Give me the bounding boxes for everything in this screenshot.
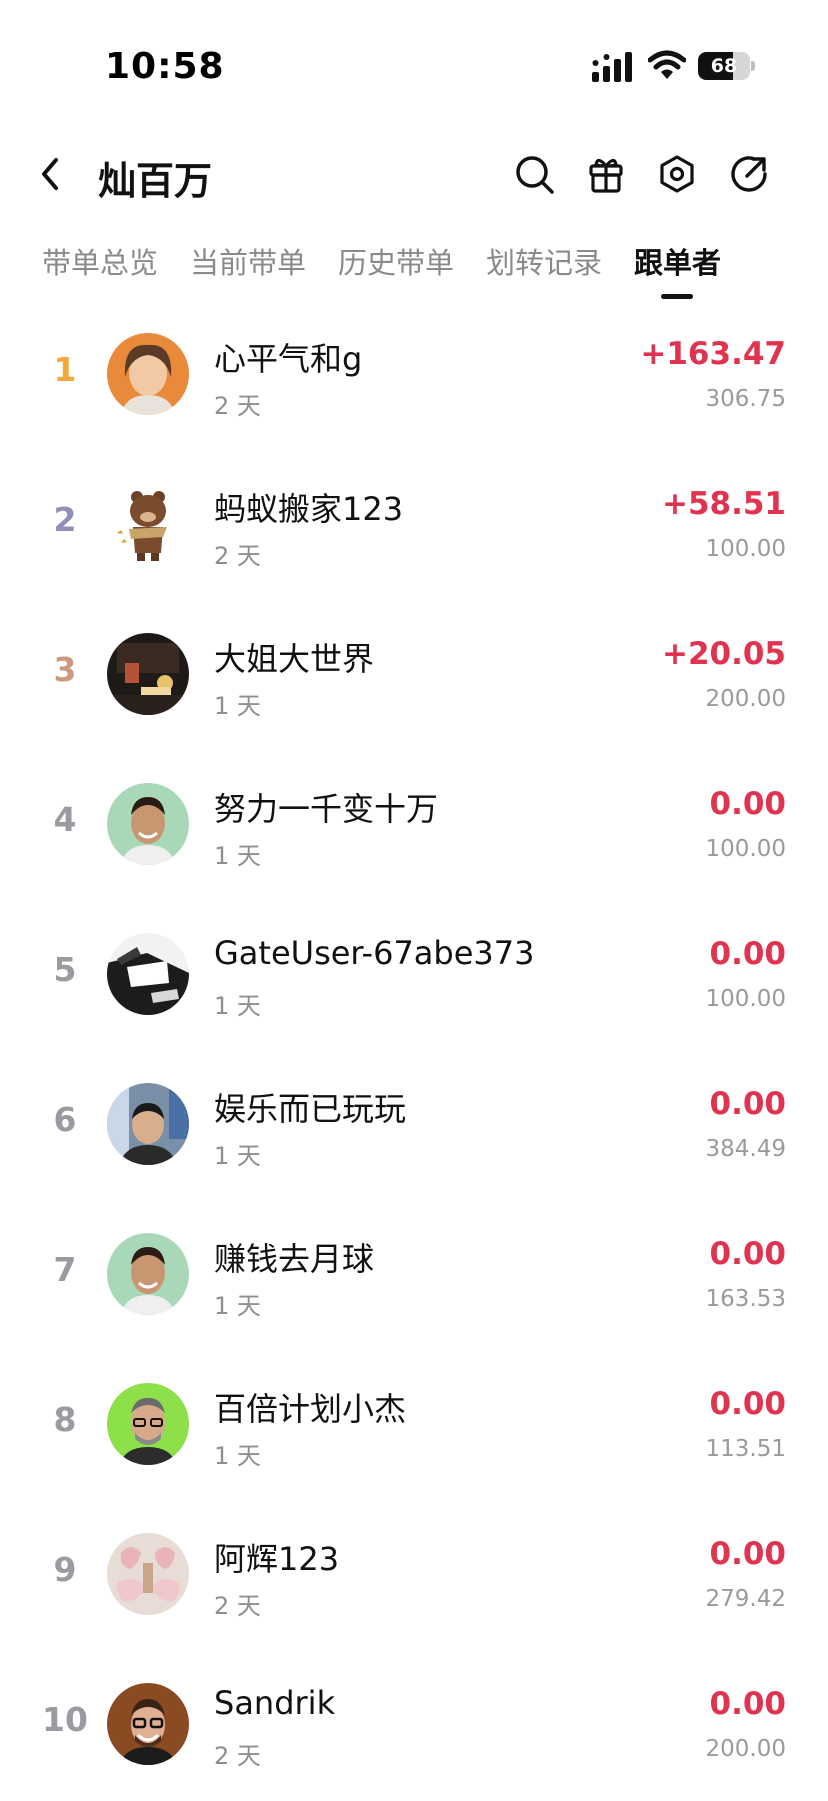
search-icon[interactable] xyxy=(512,152,556,196)
tab-overview[interactable]: 带单总览 xyxy=(42,240,158,282)
follower-name: 努力一千变十万 xyxy=(214,790,439,828)
follower-name: 娱乐而已玩玩 xyxy=(214,1090,407,1128)
follower-amount: 306.75 xyxy=(705,386,786,412)
follow-days: 1 天 xyxy=(214,1442,261,1470)
follower-profit: 0.00 xyxy=(709,1386,787,1422)
avatar xyxy=(107,633,189,715)
rank-number: 1 xyxy=(53,350,77,389)
follower-name: 大姐大世界 xyxy=(214,640,375,678)
follower-profit: 0.00 xyxy=(709,786,787,822)
follower-name: 赚钱去月球 xyxy=(214,1240,375,1278)
follower-profit: +58.51 xyxy=(661,486,786,522)
follow-days: 1 天 xyxy=(214,1142,261,1170)
avatar xyxy=(107,1383,189,1465)
follower-amount: 163.53 xyxy=(705,1286,786,1312)
follower-name: 心平气和g xyxy=(214,340,363,378)
follow-days: 1 天 xyxy=(214,692,261,720)
gift-icon[interactable] xyxy=(584,152,628,196)
follow-days: 2 天 xyxy=(214,1592,261,1620)
follower-amount: 200.00 xyxy=(705,1736,786,1762)
rank-number: 5 xyxy=(53,950,77,989)
follow-days: 1 天 xyxy=(214,842,261,870)
back-icon[interactable] xyxy=(34,152,66,196)
tab-bar: 带单总览 当前带单 历史带单 划转记录 跟单者 xyxy=(0,230,828,300)
avatar xyxy=(107,783,189,865)
avatar xyxy=(107,483,189,565)
follower-name: 百倍计划小杰 xyxy=(214,1390,407,1428)
follower-profit: 0.00 xyxy=(709,1086,787,1122)
follower-name: 蚂蚁搬家123 xyxy=(214,490,404,528)
follower-amount: 100.00 xyxy=(705,836,786,862)
follower-profit: 0.00 xyxy=(709,1686,787,1722)
page-title: 灿百万 xyxy=(98,159,213,203)
avatar xyxy=(107,1233,189,1315)
tab-transfer-records[interactable]: 划转记录 xyxy=(486,240,602,282)
rank-number: 2 xyxy=(53,500,77,539)
list-item[interactable]: 2 蚂蚁搬家123 2 天 +58.51 100.00 xyxy=(0,450,828,600)
avatar xyxy=(107,1083,189,1165)
avatar xyxy=(107,1683,189,1765)
follow-days: 1 天 xyxy=(214,1292,261,1320)
follower-profit: +163.47 xyxy=(640,336,786,372)
list-item[interactable]: 10 Sandrik 2 天 0.00 200.00 xyxy=(0,1650,828,1800)
wifi-icon xyxy=(648,50,686,79)
rank-number: 6 xyxy=(53,1100,77,1139)
list-item[interactable]: 6 娱乐而已玩玩 1 天 0.00 384.49 xyxy=(0,1050,828,1200)
follow-days: 2 天 xyxy=(214,392,261,420)
follower-amount: 100.00 xyxy=(705,986,786,1012)
cellular-signal-icon xyxy=(592,52,632,82)
follow-days: 2 天 xyxy=(214,1742,261,1770)
rank-number: 9 xyxy=(53,1550,77,1589)
list-item[interactable]: 8 百倍计划小杰 1 天 0.00 113.51 xyxy=(0,1350,828,1500)
tab-followers[interactable]: 跟单者 xyxy=(634,240,721,282)
tab-history-orders[interactable]: 历史带单 xyxy=(338,240,454,282)
settings-hexagon-icon[interactable] xyxy=(655,152,699,196)
list-item[interactable]: 4 努力一千变十万 1 天 0.00 100.00 xyxy=(0,750,828,900)
rank-number: 3 xyxy=(53,650,77,689)
tab-current-orders[interactable]: 当前带单 xyxy=(190,240,306,282)
rank-number: 7 xyxy=(53,1250,77,1289)
status-time: 10:58 xyxy=(105,46,225,87)
list-item[interactable]: 1 心平气和g 2 天 +163.47 306.75 xyxy=(0,300,828,450)
list-item[interactable]: 5 GateUser-67abe373 1 天 0.00 100.00 xyxy=(0,900,828,1050)
follower-profit: +20.05 xyxy=(661,636,786,672)
follower-amount: 384.49 xyxy=(705,1136,786,1162)
tab-active-indicator xyxy=(661,294,693,299)
list-item[interactable]: 9 阿辉123 2 天 0.00 279.42 xyxy=(0,1500,828,1650)
share-icon[interactable] xyxy=(727,152,771,196)
avatar xyxy=(107,333,189,415)
follow-days: 1 天 xyxy=(214,992,261,1020)
avatar xyxy=(107,1533,189,1615)
follow-days: 2 天 xyxy=(214,542,261,570)
follower-amount: 279.42 xyxy=(705,1586,786,1612)
rank-number: 8 xyxy=(53,1400,77,1439)
follower-amount: 113.51 xyxy=(705,1436,786,1462)
follower-profit: 0.00 xyxy=(709,1236,787,1272)
follower-name: Sandrik xyxy=(214,1684,336,1722)
list-item[interactable]: 3 大姐大世界 1 天 +20.05 200.00 xyxy=(0,600,828,750)
follower-name: 阿辉123 xyxy=(214,1540,340,1578)
rank-number: 4 xyxy=(53,800,77,839)
follower-amount: 200.00 xyxy=(705,686,786,712)
follower-profit: 0.00 xyxy=(709,936,787,972)
battery-percent: 68 xyxy=(710,55,738,77)
battery-indicator: 68 xyxy=(698,52,755,80)
follower-profit: 0.00 xyxy=(709,1536,787,1572)
follower-amount: 100.00 xyxy=(705,536,786,562)
list-item[interactable]: 7 赚钱去月球 1 天 0.00 163.53 xyxy=(0,1200,828,1350)
status-bar: 10:58 68 xyxy=(0,0,828,130)
rank-number: 10 xyxy=(42,1700,88,1739)
follower-name: GateUser-67abe373 xyxy=(214,934,535,972)
avatar xyxy=(107,933,189,1015)
header: 灿百万 xyxy=(0,130,828,220)
